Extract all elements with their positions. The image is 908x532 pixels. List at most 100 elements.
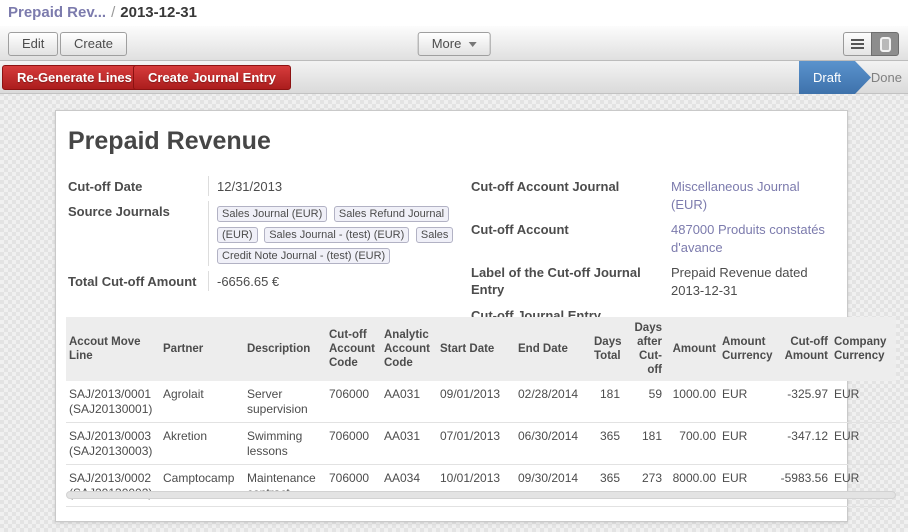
cell-description: Server supervision: [244, 381, 326, 423]
toolbar: Edit Create More: [0, 26, 908, 61]
cell-start-date: 09/01/2013: [437, 381, 515, 423]
cell-amount: 8000.00: [665, 465, 719, 507]
breadcrumb: Prepaid Rev... / 2013-12-31: [0, 0, 908, 26]
cell-partner: Agrolait: [160, 381, 244, 423]
list-view-button[interactable]: [843, 32, 871, 56]
cell-move-line: SAJ/2013/0002 (SAJ20130002): [66, 465, 160, 507]
table-row[interactable]: SAJ/2013/0002 (SAJ20130002) Camptocamp M…: [66, 465, 896, 507]
field-cutoff-account: Cut-off Account 487000 Produits constaté…: [471, 219, 837, 257]
table-row[interactable]: SAJ/2013/0003 (SAJ20130003) Akretion Swi…: [66, 423, 896, 465]
cell-partner: Camptocamp: [160, 465, 244, 507]
col-days-after-cutoff: Days after Cut-off: [623, 317, 665, 381]
caret-down-icon: [468, 42, 476, 47]
table-header: Accout Move Line Partner Description Cut…: [66, 317, 896, 381]
cell-amount-currency: EUR: [719, 381, 777, 423]
cell-cutoff-account-code: 706000: [326, 381, 381, 423]
cell-partner: Akretion: [160, 423, 244, 465]
cell-amount-currency: EUR: [719, 423, 777, 465]
col-end-date: End Date: [515, 317, 591, 381]
field-entry-label: Label of the Cut-off Journal Entry Prepa…: [471, 262, 837, 300]
cell-start-date: 10/01/2013: [437, 465, 515, 507]
field-grid: Cut-off Date 12/31/2013 Source Journals …: [56, 176, 847, 329]
cell-days-after-cutoff: 181: [623, 423, 665, 465]
form-view-icon: [880, 37, 891, 52]
cell-cutoff-amount: -325.97: [777, 381, 831, 423]
state-draft-badge[interactable]: Draft: [799, 61, 871, 94]
field-cutoff-date: Cut-off Date 12/31/2013: [68, 176, 471, 196]
cell-days-after-cutoff: 273: [623, 465, 665, 507]
cell-days-total: 365: [591, 423, 623, 465]
regenerate-lines-button[interactable]: Re-Generate Lines: [2, 65, 147, 90]
breadcrumb-current: 2013-12-31: [120, 4, 197, 21]
field-column-left: Cut-off Date 12/31/2013 Source Journals …: [68, 176, 471, 329]
cell-amount: 700.00: [665, 423, 719, 465]
view-switcher: [843, 32, 899, 56]
cell-start-date: 07/01/2013: [437, 423, 515, 465]
edit-button[interactable]: Edit: [8, 32, 58, 56]
status-bar: Re-Generate Lines Create Journal Entry D…: [0, 61, 908, 94]
cell-cutoff-account-code: 706000: [326, 423, 381, 465]
entry-label-label: Label of the Cut-off Journal Entry: [471, 262, 671, 300]
cell-amount: 1000.00: [665, 381, 719, 423]
field-cutoff-account-journal: Cut-off Account Journal Miscellaneous Jo…: [471, 176, 837, 214]
horizontal-scrollbar[interactable]: [66, 491, 896, 499]
form-sheet: Prepaid Revenue Cut-off Date 12/31/2013 …: [55, 110, 848, 522]
cell-company-currency: EUR: [831, 381, 896, 423]
list-view-icon: [851, 39, 864, 49]
cell-description: Swimming lessons: [244, 423, 326, 465]
cell-company-currency: EUR: [831, 423, 896, 465]
source-journals-tags: Sales Journal (EUR) Sales Refund Journal…: [208, 201, 458, 266]
cell-amount-currency: EUR: [719, 465, 777, 507]
cell-description: Maintenance contract: [244, 465, 326, 507]
col-cutoff-amount: Cut-off Amount: [777, 317, 831, 381]
breadcrumb-parent-link[interactable]: Prepaid Rev...: [8, 4, 106, 21]
field-total-cutoff: Total Cut-off Amount -6656.65 €: [68, 271, 471, 291]
col-partner: Partner: [160, 317, 244, 381]
cutoff-account-link[interactable]: 487000 Produits constatés d'avance: [671, 219, 837, 257]
more-button-label: More: [432, 36, 462, 51]
cutoff-account-label: Cut-off Account: [471, 219, 671, 257]
cell-end-date: 02/28/2014: [515, 381, 591, 423]
cell-move-line: SAJ/2013/0003 (SAJ20130003): [66, 423, 160, 465]
app-window: Prepaid Rev... / 2013-12-31 Edit Create Mo…: [0, 0, 908, 532]
col-start-date: Start Date: [437, 317, 515, 381]
col-amount: Amount: [665, 317, 719, 381]
cell-company-currency: EUR: [831, 465, 896, 507]
cutoff-account-journal-label: Cut-off Account Journal: [471, 176, 671, 214]
entry-label-value: Prepaid Revenue dated 2013-12-31: [671, 262, 837, 300]
cell-analytic-account-code: AA031: [381, 381, 437, 423]
cell-days-total: 365: [591, 465, 623, 507]
cell-move-line: SAJ/2013/0001 (SAJ20130001): [66, 381, 160, 423]
cutoff-date-label: Cut-off Date: [68, 176, 208, 196]
page-title: Prepaid Revenue: [68, 127, 847, 156]
cell-end-date: 09/30/2014: [515, 465, 591, 507]
cell-analytic-account-code: AA034: [381, 465, 437, 507]
field-column-right: Cut-off Account Journal Miscellaneous Jo…: [471, 176, 837, 329]
create-button[interactable]: Create: [60, 32, 127, 56]
total-cutoff-value: -6656.65 €: [208, 271, 471, 291]
col-description: Description: [244, 317, 326, 381]
cell-cutoff-amount: -5983.56: [777, 465, 831, 507]
cutoff-account-journal-link[interactable]: Miscellaneous Journal (EUR): [671, 176, 837, 214]
total-cutoff-label: Total Cut-off Amount: [68, 271, 208, 291]
col-company-currency: Company Currency: [831, 317, 896, 381]
cell-days-after-cutoff: 59: [623, 381, 665, 423]
cell-analytic-account-code: AA031: [381, 423, 437, 465]
cell-days-total: 181: [591, 381, 623, 423]
table-row[interactable]: SAJ/2013/0001 (SAJ20130001) Agrolait Ser…: [66, 381, 896, 423]
col-analytic-account-code: Analytic Account Code: [381, 317, 437, 381]
col-days-total: Days Total: [591, 317, 623, 381]
form-view-button[interactable]: [871, 32, 899, 56]
create-journal-entry-button[interactable]: Create Journal Entry: [133, 65, 291, 90]
col-account-move-line: Accout Move Line: [66, 317, 160, 381]
cell-end-date: 06/30/2014: [515, 423, 591, 465]
cutoff-date-value: 12/31/2013: [208, 176, 471, 196]
more-button[interactable]: More: [418, 32, 491, 56]
cutoff-lines-table: Accout Move Line Partner Description Cut…: [66, 317, 896, 507]
journal-tag: Sales Journal - (test) (EUR): [264, 227, 409, 243]
cell-cutoff-account-code: 706000: [326, 465, 381, 507]
state-done-badge[interactable]: Done: [871, 61, 902, 94]
field-source-journals: Source Journals Sales Journal (EUR) Sale…: [68, 201, 471, 266]
breadcrumb-separator: /: [111, 4, 115, 21]
col-cutoff-account-code: Cut-off Account Code: [326, 317, 381, 381]
